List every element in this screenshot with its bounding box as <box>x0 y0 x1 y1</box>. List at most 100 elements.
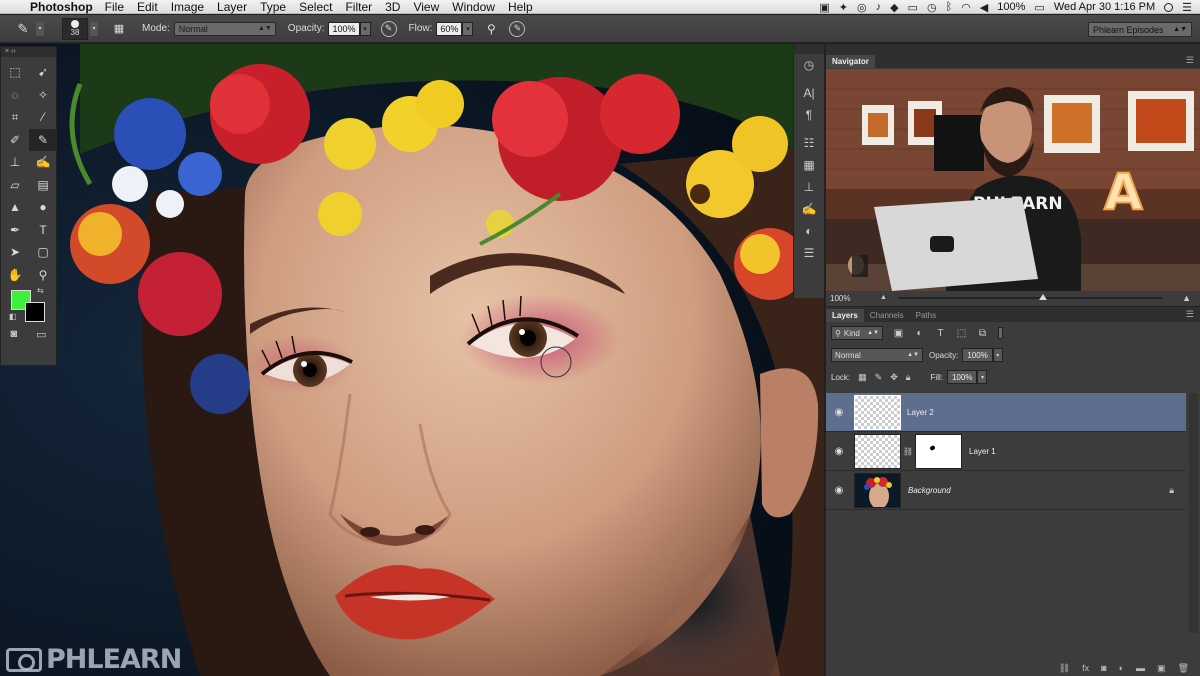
navigator-panel-header[interactable] <box>826 44 1200 53</box>
layer-thumbnail[interactable] <box>854 433 901 469</box>
panel-menu-icon[interactable]: ☰ <box>1186 309 1194 320</box>
path-selection-tool[interactable]: ➤ <box>1 241 29 264</box>
spotlight-search-icon[interactable] <box>1164 2 1174 12</box>
gradient-tool[interactable]: ▤ <box>29 174 57 197</box>
crop-tool[interactable]: ⌗ <box>1 106 29 129</box>
layer-name[interactable]: Background <box>908 486 951 495</box>
hand-tool[interactable]: ✋ <box>1 264 29 287</box>
mode-dropdown[interactable]: Normal ▲▼ <box>173 21 276 36</box>
app-menu[interactable]: Photoshop <box>30 0 93 14</box>
opacity-slider-arrow-icon[interactable]: ▾ <box>359 21 371 36</box>
brush-presets-button[interactable]: ☷ <box>794 132 824 154</box>
volume-icon[interactable]: ◀ <box>980 1 988 14</box>
link-layers-icon[interactable]: ⛓ <box>1059 663 1070 674</box>
background-color[interactable] <box>25 302 45 322</box>
lock-pixels-icon[interactable]: ✎ <box>875 372 883 383</box>
pen-tool[interactable]: ✒ <box>1 219 29 242</box>
layer-opacity-field[interactable]: 100% <box>962 348 993 362</box>
notification-icon[interactable]: ♪ <box>876 1 882 13</box>
character-panel-button[interactable]: A| <box>794 82 824 104</box>
flow-slider-arrow-icon[interactable]: ▾ <box>462 21 474 36</box>
creative-cloud-icon[interactable]: ◎ <box>857 1 867 14</box>
facetime-icon[interactable]: ▣ <box>819 1 829 14</box>
layer-thumbnail[interactable] <box>854 394 901 430</box>
menu-view[interactable]: View <box>413 0 439 14</box>
type-tool[interactable]: T <box>29 219 57 242</box>
menu-edit[interactable]: Edit <box>137 0 158 14</box>
brush-tool[interactable]: ✎ <box>29 128 57 151</box>
delete-layer-icon[interactable]: 🗑︎ <box>1178 663 1189 674</box>
layers-scrollbar[interactable] <box>1189 393 1198 633</box>
layer-opacity-arrow-icon[interactable]: ▾ <box>992 348 1003 362</box>
healing-brush-tool[interactable]: ✐ <box>1 129 29 152</box>
navigator-zoom-value[interactable]: 100% <box>830 294 872 303</box>
menu-window[interactable]: Window <box>452 0 495 14</box>
opacity-field[interactable]: 100% <box>328 21 360 36</box>
new-layer-icon[interactable]: ▣ <box>1157 663 1166 674</box>
document-canvas[interactable]: PHLEARN <box>0 44 824 676</box>
menu-select[interactable]: Select <box>299 0 332 14</box>
zoom-slider-handle[interactable] <box>1039 294 1048 300</box>
zoom-slider[interactable] <box>898 294 1162 300</box>
visibility-eye-icon[interactable]: ◉ <box>826 407 852 418</box>
filter-smart-object-icon[interactable]: ⧉ <box>977 328 988 339</box>
tab-navigator[interactable]: Navigator <box>826 55 875 68</box>
dock-header[interactable] <box>794 44 824 54</box>
filter-shape-icon[interactable]: ⬚ <box>956 328 967 339</box>
pressure-size-icon[interactable]: ✎ <box>509 20 526 37</box>
layer-name[interactable]: Layer 2 <box>907 408 934 417</box>
lasso-tool[interactable]: ◌ <box>1 84 29 107</box>
wifi-icon[interactable]: ◠ <box>961 1 971 14</box>
tab-layers[interactable]: Layers <box>826 309 864 322</box>
battery-icon[interactable]: ▭ <box>1034 1 1044 14</box>
tab-channels[interactable]: Channels <box>864 309 910 322</box>
navigator-preview[interactable]: A PHLEARN <box>826 69 1200 291</box>
properties-panel-button[interactable]: ☰ <box>794 242 824 264</box>
layer-row-background[interactable]: ◉ Background 🔒︎ <box>826 471 1186 510</box>
magic-wand-tool[interactable]: ✧ <box>29 84 57 107</box>
adjustments-panel-button[interactable]: ◐ <box>794 220 824 242</box>
swap-colors-icon[interactable]: ⇆ <box>37 286 44 295</box>
tab-paths[interactable]: Paths <box>910 309 942 322</box>
notification-center-icon[interactable]: ☰ <box>1182 1 1192 14</box>
tool-preset-arrow-icon[interactable]: ▾ <box>36 21 44 36</box>
filter-kind-dropdown[interactable]: ⚲ Kind ▲▼ <box>831 326 883 340</box>
history-brush-tool[interactable]: ✍ <box>29 151 57 174</box>
airplay-icon[interactable]: ▭ <box>908 1 918 14</box>
workspace-dropdown[interactable]: Phlearn Episodes ▲▼ <box>1088 22 1192 37</box>
layer-name[interactable]: Layer 1 <box>969 447 996 456</box>
tool-presets-button[interactable]: ✍ <box>794 198 824 220</box>
panel-menu-icon[interactable]: ☰ <box>1186 55 1194 66</box>
filter-pixel-icon[interactable]: ▣ <box>893 328 904 339</box>
tools-panel-header[interactable]: × ‹› <box>1 47 56 57</box>
move-tool[interactable]: ➹ <box>29 61 57 84</box>
visibility-eye-icon[interactable]: ◉ <box>826 446 852 457</box>
dodge-tool[interactable]: ● <box>29 196 57 219</box>
clone-stamp-tool[interactable]: ⊥ <box>1 151 29 174</box>
clone-source-button[interactable]: ⊥ <box>794 176 824 198</box>
brush-size-picker[interactable]: 38 <box>62 17 88 40</box>
swatches-panel-button[interactable]: ▦ <box>794 154 824 176</box>
airbrush-icon[interactable]: ⚲ <box>483 21 499 37</box>
visibility-eye-icon[interactable]: ◉ <box>826 485 852 496</box>
mask-link-icon[interactable]: ⛓ <box>901 447 915 456</box>
new-adjustment-icon[interactable]: ◐ <box>1119 663 1124 673</box>
menu-type[interactable]: Type <box>260 0 286 14</box>
menu-image[interactable]: Image <box>171 0 204 14</box>
layer-row-layer-2[interactable]: ◉ Layer 2 <box>826 393 1186 432</box>
paragraph-panel-button[interactable]: ¶ <box>794 104 824 126</box>
background-thumbnail[interactable] <box>854 472 901 508</box>
dropbox-icon[interactable]: ✦ <box>839 1 848 14</box>
clock[interactable]: Wed Apr 30 1:16 PM <box>1054 1 1155 13</box>
menu-filter[interactable]: Filter <box>345 0 372 14</box>
menu-layer[interactable]: Layer <box>217 0 247 14</box>
screen-mode-icon[interactable]: ▭ <box>36 328 46 341</box>
fill-arrow-icon[interactable]: ▾ <box>977 370 988 384</box>
menu-3d[interactable]: 3D <box>385 0 400 14</box>
eraser-tool[interactable]: ▱ <box>1 174 29 197</box>
menu-file[interactable]: File <box>105 0 124 14</box>
brush-picker-arrow-icon[interactable]: ▾ <box>90 21 98 36</box>
brush-tool-preset-icon[interactable]: ✎ <box>12 19 34 39</box>
filter-adjustment-icon[interactable]: ◐ <box>914 328 925 339</box>
flow-field[interactable]: 60% <box>436 21 463 36</box>
